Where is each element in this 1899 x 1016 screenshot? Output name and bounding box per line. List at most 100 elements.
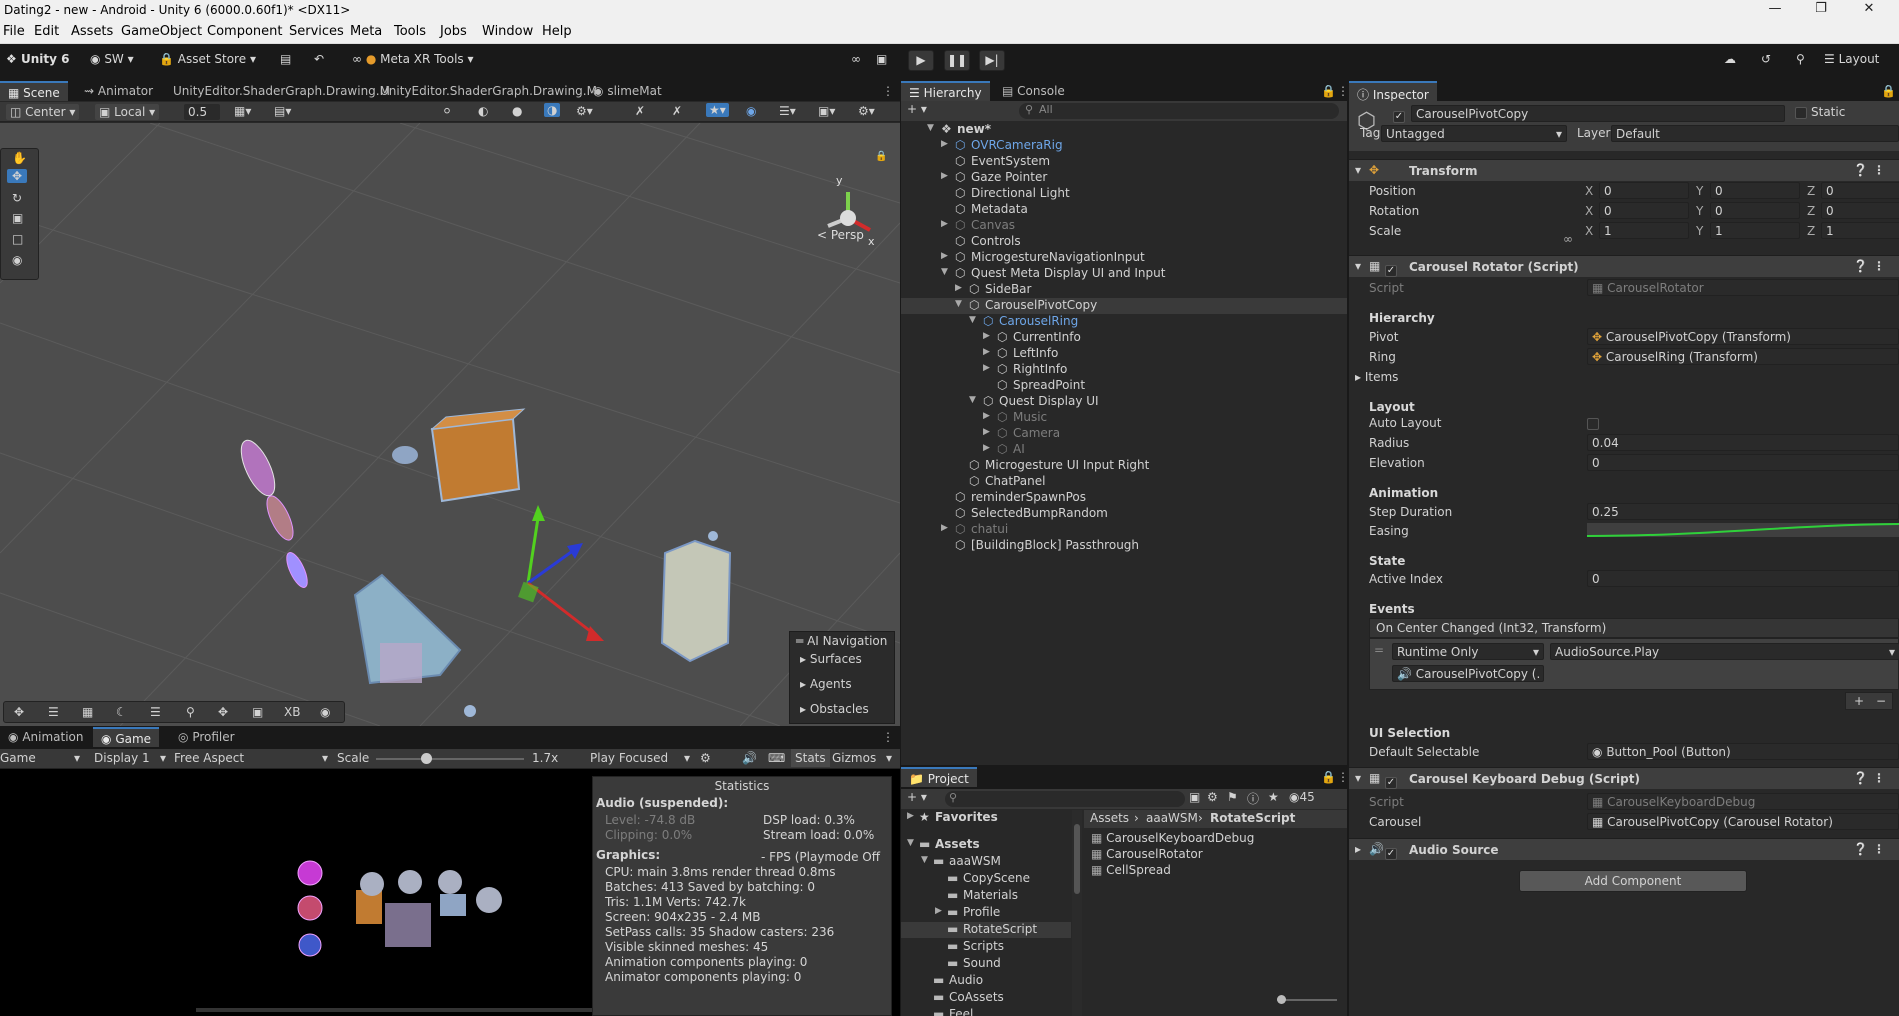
tab-shadergraph-1[interactable]: UnityEditor.ShaderGraph.Drawing.M xyxy=(165,81,398,101)
hidden-count[interactable]: ◉45 xyxy=(1289,790,1315,804)
hierarchy-item[interactable]: ▶ ⬡ AI xyxy=(901,442,1347,458)
transform-z-field[interactable]: 1 xyxy=(1821,222,1899,239)
info-icon[interactable]: ⓘ xyxy=(1247,790,1259,807)
axis-z-label[interactable]: Z xyxy=(1807,204,1815,218)
help-icon[interactable]: ❔ xyxy=(1853,842,1868,856)
hierarchy-item[interactable]: ▼ ⬡ Quest Meta Display UI and Input xyxy=(901,266,1347,282)
move-gizmo-icon[interactable]: ✥ xyxy=(14,705,24,719)
axis-z-label[interactable]: Z xyxy=(1807,184,1815,198)
hierarchy-item[interactable]: ▶ ⬡ Gaze Pointer xyxy=(901,170,1347,186)
gizmo-lock-icon[interactable]: 🔒 xyxy=(875,151,887,162)
drag-handle-icon[interactable]: = xyxy=(1374,643,1384,657)
transform-z-field[interactable]: 0 xyxy=(1821,182,1899,199)
menu-window[interactable]: Window xyxy=(482,24,533,39)
menu-tools[interactable]: Tools xyxy=(394,24,426,39)
carousel-rotator-header[interactable]: ▾ ▦ ✓ Carousel Rotator (Script) ❔ ⋮ xyxy=(1349,255,1899,277)
hierarchy-menu-icon[interactable]: ⋮ xyxy=(1329,81,1347,101)
rotator-enabled-checkbox[interactable]: ✓ xyxy=(1385,260,1397,277)
ai-nav-obstacles[interactable]: ▸ Obstacles xyxy=(800,702,869,716)
foldout-arrow-icon[interactable]: ▶ xyxy=(935,906,942,916)
hierarchy-item[interactable]: ⬡ SpreadPoint xyxy=(901,378,1347,394)
axis-y-label[interactable]: Y xyxy=(1696,224,1703,238)
meta-xr-tools-button[interactable]: ∞ ● Meta XR Tools ▾ xyxy=(346,50,480,71)
foldout-arrow-icon[interactable]: ▼ xyxy=(941,267,948,277)
items-foldout[interactable]: ▸ Items xyxy=(1355,370,1398,384)
foldout-arrow-icon[interactable]: ▶ xyxy=(983,443,990,453)
tag-dropdown[interactable]: Untagged ▾ xyxy=(1381,125,1567,142)
meta-link-icon[interactable]: ∞ xyxy=(845,50,867,71)
hand-tool-icon[interactable]: ✋ xyxy=(12,151,27,165)
tab-profiler[interactable]: ◎ Profiler xyxy=(170,727,243,747)
audio-source-header[interactable]: ▸ 🔊 ✓ Audio Source ❔ ⋮ xyxy=(1349,838,1899,860)
project-folder[interactable]: ▬ CoAssets xyxy=(901,990,1071,1006)
foldout-arrow-icon[interactable]: ▶ xyxy=(941,139,948,149)
menu-edit[interactable]: Edit xyxy=(34,24,59,39)
foldout-arrow-icon[interactable]: ▶ xyxy=(941,251,948,261)
hierarchy-item[interactable]: ▼ ⬡ CarouselPivotCopy xyxy=(901,298,1347,314)
object-name-field[interactable]: CarouselPivotCopy xyxy=(1411,105,1785,122)
hierarchy-item[interactable]: ▼ ⬡ CarouselRing xyxy=(901,314,1347,330)
gizmos-toggle[interactable]: Gizmos xyxy=(832,751,876,765)
layers-stack-icon[interactable]: ☰ xyxy=(150,705,161,719)
hierarchy-item[interactable]: ⬡ Metadata xyxy=(901,202,1347,218)
menu-meta[interactable]: Meta xyxy=(350,24,382,39)
pan-icon[interactable]: ✥ xyxy=(218,705,228,719)
hierarchy-item[interactable]: ▶ ⬡ RightInfo xyxy=(901,362,1347,378)
visibility-icon[interactable]: ◉ xyxy=(746,104,756,118)
remove-listener-button[interactable]: − xyxy=(1876,694,1886,708)
project-tree-scroll-thumb[interactable] xyxy=(1074,824,1080,894)
package-icon[interactable]: ▤ xyxy=(274,50,297,71)
debug-draw-icon[interactable]: ⚙▾ xyxy=(576,104,593,118)
grid-snap-icon[interactable]: ▦▾ xyxy=(234,104,251,118)
compass-icon[interactable]: ◉ xyxy=(320,705,330,719)
hierarchy-item[interactable]: ⬡ Directional Light xyxy=(901,186,1347,202)
transform-header[interactable]: ▾ ✥ Transform ❔ ⋮ xyxy=(1349,159,1899,181)
component-settings-icon[interactable]: ⋮ xyxy=(1873,771,1885,785)
menu-assets[interactable]: Assets xyxy=(71,24,113,39)
foldout-arrow-icon[interactable]: ▶ xyxy=(983,331,990,341)
shaded-icon[interactable]: ● xyxy=(512,104,522,118)
project-folder[interactable]: ▬ CopyScene xyxy=(901,871,1071,887)
gizmos-icon[interactable]: ⚙▾ xyxy=(858,104,875,118)
tab-animation[interactable]: ◉ Animation xyxy=(0,727,92,747)
foldout-arrow-icon[interactable]: ▶ xyxy=(941,171,948,181)
project-folder[interactable]: ▬ Scripts xyxy=(901,939,1071,955)
scene-viewport[interactable]: y x 🔒 < Persp ✋ ✥ ↻ ▣ □ ◉ ═ AI Navigatio… xyxy=(0,123,900,726)
hierarchy-item[interactable]: ▶ ⬡ LeftInfo xyxy=(901,346,1347,362)
axis-x-label[interactable]: X xyxy=(1585,224,1593,238)
auto-layout-checkbox[interactable] xyxy=(1587,417,1599,431)
radius-field[interactable]: 0.04 xyxy=(1587,434,1899,451)
menu-jobs[interactable]: Jobs xyxy=(440,24,467,39)
rect-tool-icon[interactable]: □ xyxy=(12,232,23,246)
foldout-arrow-icon[interactable]: ▶ xyxy=(983,411,990,421)
hierarchy-item[interactable]: ⬡ [BuildingBlock] Passthrough xyxy=(901,538,1347,554)
hierarchy-item[interactable]: ▼ ⬡ Quest Display UI xyxy=(901,394,1347,410)
ring-field[interactable]: ✥ CarouselRing (Transform) xyxy=(1587,348,1899,365)
axis-z-label[interactable]: Z xyxy=(1807,224,1815,238)
transform-x-field[interactable]: 0 xyxy=(1599,182,1689,199)
menu-gameobject[interactable]: GameObject xyxy=(121,24,202,39)
axis-y-label[interactable]: Y xyxy=(1696,204,1703,218)
play-button[interactable]: ▶ xyxy=(908,50,934,71)
foldout-arrow-icon[interactable]: ▶ xyxy=(983,347,990,357)
simulator-icon[interactable]: ▣ xyxy=(870,50,893,71)
wireframe-icon[interactable]: ◐ xyxy=(478,104,488,118)
history-icon[interactable]: ↺ xyxy=(1755,50,1777,71)
rotate-tool-icon[interactable]: ↻ xyxy=(12,191,22,205)
shaded-wire-icon[interactable]: ◑ xyxy=(544,103,561,117)
xb-button[interactable]: XB xyxy=(284,705,300,719)
event-target-field[interactable]: 🔊 CarouselPivotCopy (. xyxy=(1392,665,1544,682)
filter-icon[interactable]: ⚙ xyxy=(1207,790,1218,804)
label-icon[interactable]: ⚑ xyxy=(1227,790,1238,804)
gizmos-dropdown-icon[interactable]: ▾ xyxy=(886,751,892,765)
axis-x-label[interactable]: X xyxy=(1585,204,1593,218)
asset-file[interactable]: ▦ CellSpread xyxy=(1091,863,1171,877)
help-icon[interactable]: ❔ xyxy=(1853,163,1868,177)
moon-icon[interactable]: ☾ xyxy=(116,705,127,719)
ai-nav-surfaces[interactable]: ▸ Surfaces xyxy=(800,652,862,666)
audio-toggle-icon[interactable]: ✗ xyxy=(672,104,682,118)
tab-hierarchy[interactable]: ☰ Hierarchy xyxy=(901,81,990,101)
sliders-icon[interactable]: ☰ xyxy=(48,705,59,719)
aspect-dropdown[interactable]: Free Aspect ▾ xyxy=(174,751,328,765)
foldout-arrow-icon[interactable]: ▶ xyxy=(983,363,990,373)
